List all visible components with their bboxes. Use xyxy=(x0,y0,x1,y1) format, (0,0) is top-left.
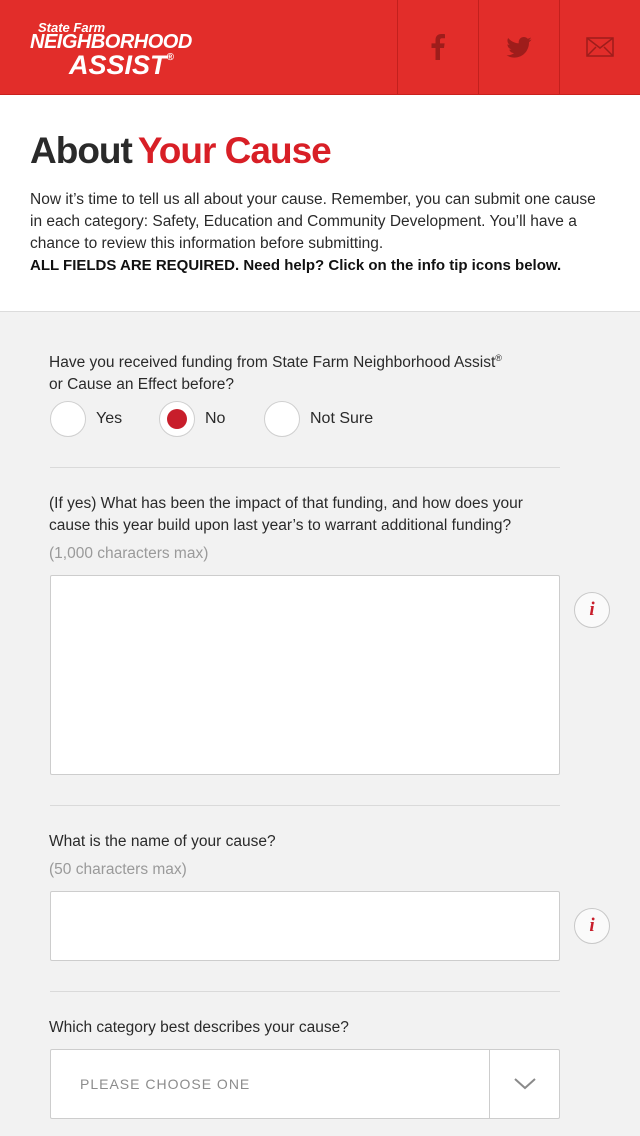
dropdown-toggle[interactable] xyxy=(489,1050,559,1118)
radio-no-label: No xyxy=(205,410,226,427)
radio-not-sure[interactable]: Not Sure xyxy=(264,401,373,437)
title-part1: About xyxy=(30,130,133,171)
header: State Farm NEIGHBORHOOD ASSIST® xyxy=(0,0,640,95)
cause-name-label: What is the name of your cause? xyxy=(49,833,276,850)
facebook-icon xyxy=(431,34,445,60)
radio-yes-label: Yes xyxy=(96,410,123,427)
facebook-button[interactable] xyxy=(397,0,478,94)
required-note: ALL FIELDS ARE REQUIRED. Need help? Clic… xyxy=(30,257,562,274)
impact-textarea[interactable] xyxy=(50,575,560,775)
radio-no[interactable]: No xyxy=(159,401,225,437)
info-tip-icon[interactable]: i xyxy=(574,908,610,944)
logo-line2: ASSIST® xyxy=(69,50,174,80)
radio-yes[interactable]: Yes xyxy=(50,401,122,437)
category-placeholder: PLEASE CHOOSE ONE xyxy=(80,1076,251,1092)
radio-button-selected[interactable] xyxy=(159,401,195,437)
intro-section: About Your Cause Now it’s time to tell us… xyxy=(0,95,640,312)
radio-button[interactable] xyxy=(50,401,86,437)
chevron-down-icon xyxy=(513,1078,536,1090)
title-part2: Your Cause xyxy=(137,130,332,171)
email-button[interactable] xyxy=(559,0,640,94)
page-title: About Your Cause xyxy=(30,130,332,172)
mail-icon xyxy=(586,37,614,57)
twitter-icon xyxy=(506,36,532,58)
radio-not-sure-label: Not Sure xyxy=(310,410,374,427)
radio-button[interactable] xyxy=(264,401,300,437)
divider xyxy=(50,991,560,992)
impact-question-label: (If yes) What has been the impact of tha… xyxy=(49,495,523,534)
cause-name-char-hint: (50 characters max) xyxy=(49,861,187,878)
info-tip-icon[interactable]: i xyxy=(574,592,610,628)
category-label: Which category best describes your cause… xyxy=(49,1019,349,1036)
impact-char-hint: (1,000 characters max) xyxy=(49,545,209,562)
radio-selected-dot xyxy=(167,409,187,429)
funding-question-label: Have you received funding from State Far… xyxy=(49,353,502,394)
twitter-button[interactable] xyxy=(478,0,559,94)
divider xyxy=(50,467,560,468)
divider xyxy=(50,805,560,806)
intro-text: Now it’s time to tell us all about your … xyxy=(30,191,596,252)
cause-name-input[interactable] xyxy=(50,891,560,961)
category-select[interactable]: PLEASE CHOOSE ONE xyxy=(50,1049,560,1119)
